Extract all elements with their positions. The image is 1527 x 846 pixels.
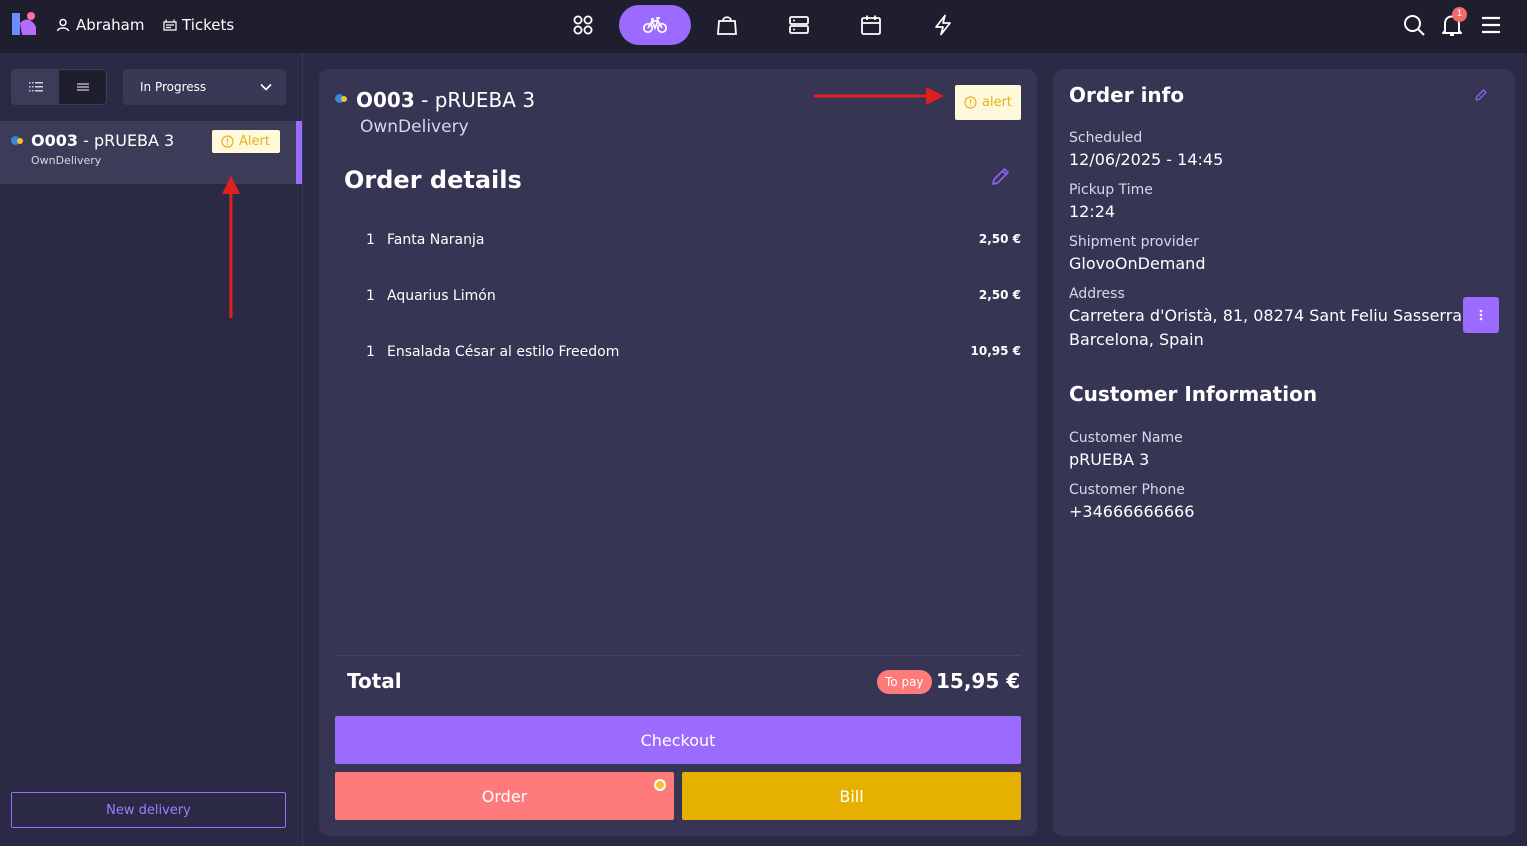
app-logo[interactable] [10, 9, 40, 39]
alert-badge: Alert [212, 130, 280, 153]
order-button[interactable]: Order [335, 772, 674, 820]
item-price: 2,50 € [978, 288, 1021, 302]
alert-circle-icon [964, 96, 977, 109]
status-dots [11, 136, 27, 146]
bill-button[interactable]: Bill [682, 772, 1021, 820]
orders-sidebar: In Progress O003 - pRUEBA 3 OwnDelivery … [0, 53, 303, 846]
pickup-time-value: 12:24 [1069, 202, 1116, 221]
new-delivery-button[interactable]: New delivery [11, 792, 286, 828]
customer-info-heading: Customer Information [1069, 382, 1318, 406]
nav-calendar[interactable] [835, 5, 907, 45]
order-list-title: O003 - pRUEBA 3 [31, 131, 175, 150]
user-name: Abraham [76, 16, 145, 34]
pencil-icon[interactable] [1474, 88, 1488, 102]
top-bar: Abraham Tickets 1 [0, 0, 1527, 53]
server-icon [789, 16, 809, 34]
address-options-button[interactable] [1463, 297, 1499, 333]
total-value: 15,95 € [936, 669, 1021, 693]
total-label: Total [347, 669, 402, 693]
alert-circle-icon [221, 135, 234, 148]
order-info-heading: Order info [1069, 83, 1185, 107]
item-price: 2,50 € [978, 232, 1021, 246]
nav-takeaway[interactable] [691, 5, 763, 45]
status-filter-value: In Progress [140, 80, 207, 94]
nav-quick-actions[interactable] [907, 5, 979, 45]
annotation-arrow-up [222, 176, 240, 318]
pickup-time-label: Pickup Time [1069, 182, 1153, 198]
nav-tables[interactable] [547, 5, 619, 45]
shipment-provider-label: Shipment provider [1069, 234, 1199, 250]
customer-phone-label: Customer Phone [1069, 482, 1185, 498]
status-dots [335, 94, 351, 104]
user-menu[interactable]: Abraham [56, 15, 144, 35]
item-name: Ensalada César al estilo Freedom [387, 344, 620, 360]
item-quantity: 1 [366, 288, 375, 304]
order-item-row[interactable]: 1 Fanta Naranja 2,50 € [366, 232, 1021, 252]
order-alert-badge: alert [955, 85, 1021, 120]
chevron-down-icon [260, 83, 272, 91]
lightning-icon [935, 14, 951, 36]
order-item-row[interactable]: 1 Ensalada César al estilo Freedom 10,95… [366, 344, 1021, 364]
nav-server[interactable] [763, 5, 835, 45]
ticket-icon [163, 19, 177, 31]
view-toggle [11, 69, 107, 105]
customer-name-value: pRUEBA 3 [1069, 450, 1150, 469]
order-info-panel: Order info Scheduled 12/06/2025 - 14:45 … [1053, 69, 1515, 836]
list-view-icon [76, 83, 89, 91]
checkout-button[interactable]: Checkout [335, 716, 1021, 764]
item-name: Aquarius Limón [387, 288, 496, 304]
grid-view-button[interactable] [12, 70, 59, 104]
status-filter-select[interactable]: In Progress [123, 69, 286, 105]
order-detail-panel: O003 - pRUEBA 3 OwnDelivery alert Order … [319, 69, 1037, 836]
scheduled-label: Scheduled [1069, 130, 1143, 146]
divider [335, 655, 1021, 656]
item-price: 10,95 € [970, 344, 1021, 358]
order-status-dot [654, 779, 666, 791]
order-title: O003 - pRUEBA 3 [356, 88, 536, 112]
notification-badge: 1 [1452, 7, 1467, 22]
order-provider: OwnDelivery [360, 117, 469, 137]
more-vertical-icon [1479, 309, 1483, 321]
item-quantity: 1 [366, 232, 375, 248]
hamburger-menu-icon[interactable] [1479, 13, 1503, 37]
order-item-row[interactable]: 1 Aquarius Limón 2,50 € [366, 288, 1021, 308]
item-name: Fanta Naranja [387, 232, 485, 248]
list-view-button[interactable] [59, 70, 106, 104]
customer-name-label: Customer Name [1069, 430, 1183, 446]
order-list-provider: OwnDelivery [31, 154, 102, 167]
to-pay-badge: To pay [877, 670, 932, 694]
annotation-arrow-right [814, 87, 944, 105]
scheduled-value: 12/06/2025 - 14:45 [1069, 150, 1224, 169]
user-icon [56, 18, 70, 32]
order-list-item[interactable]: O003 - pRUEBA 3 OwnDelivery Alert [0, 121, 302, 184]
grid-icon [573, 15, 593, 35]
grid-view-icon [28, 82, 43, 92]
order-details-heading: Order details [344, 166, 522, 194]
shipment-provider-value: GlovoOnDemand [1069, 254, 1206, 273]
bicycle-icon [642, 17, 668, 34]
address-line-2: Barcelona, Spain [1069, 330, 1204, 349]
calendar-icon [861, 15, 881, 35]
customer-phone-value: +34666666666 [1069, 502, 1195, 521]
nav-delivery[interactable] [619, 5, 691, 45]
address-label: Address [1069, 286, 1125, 302]
item-quantity: 1 [366, 344, 375, 360]
pencil-icon[interactable] [989, 166, 1011, 188]
shopping-bag-icon [717, 16, 737, 35]
tickets-link[interactable]: Tickets [163, 15, 234, 35]
address-line-1: Carretera d'Oristà, 81, 08274 Sant Feliu… [1069, 306, 1468, 325]
tickets-label: Tickets [182, 16, 235, 34]
search-icon[interactable] [1402, 13, 1426, 37]
